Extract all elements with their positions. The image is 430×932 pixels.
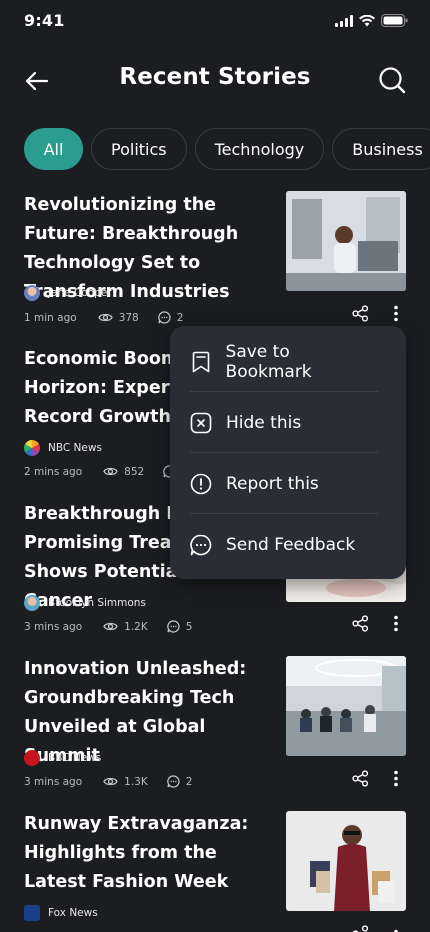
menu-item-feedback[interactable]: Send Feedback [190, 514, 378, 575]
share-icon [351, 769, 368, 787]
menu-item-hide[interactable]: Hide this [190, 392, 378, 453]
avatar [24, 285, 40, 301]
story-meta: 3 mins ago 1.3K 2 [24, 775, 192, 788]
story-card[interactable]: Runway Extravaganza: Highlights from the… [0, 810, 430, 932]
story-card[interactable]: Revolutionizing the Future: Breakthrough… [0, 190, 430, 340]
story-thumbnail[interactable] [286, 656, 406, 756]
menu-label: Send Feedback [226, 534, 356, 555]
source-name: BBC News [48, 752, 102, 764]
comment-count: 2 [176, 311, 184, 324]
share-icon [352, 924, 368, 932]
story-options-menu: Save to Bookmark Hide this Report this S… [170, 326, 406, 579]
story-source: Fox News [24, 905, 98, 921]
category-chips: All Politics Technology Business [24, 128, 430, 170]
source-name: Jane Cooper [48, 287, 112, 299]
story-source: Jane Cooper [24, 285, 112, 301]
story-source: NBC News [24, 440, 102, 456]
header: Recent Stories [0, 58, 430, 102]
chat-bubble-icon [190, 534, 212, 556]
view-count: 1.2K [124, 620, 148, 633]
page-title: Recent Stories [119, 64, 311, 90]
chip-politics[interactable]: Politics [91, 128, 187, 170]
menu-label: Hide this [226, 412, 302, 433]
status-icons [335, 14, 408, 27]
story-thumbnail[interactable] [286, 191, 406, 291]
story-source: Brooklyn Simmons [24, 595, 146, 611]
status-time: 9:41 [24, 11, 65, 30]
chip-business[interactable]: Business [332, 128, 430, 170]
menu-item-report[interactable]: Report this [190, 453, 378, 514]
share-icon [351, 614, 368, 632]
comment-count: 5 [185, 620, 193, 633]
comment-icon [166, 620, 180, 633]
menu-label: Report this [226, 473, 319, 494]
more-vertical-icon [394, 305, 398, 321]
story-title[interactable]: Runway Extravaganza: Highlights from the… [24, 810, 274, 897]
share-button[interactable] [351, 614, 369, 632]
view-count: 378 [118, 311, 139, 324]
story-meta: 2 mins ago 852 [24, 465, 176, 478]
more-options-button[interactable] [387, 924, 405, 932]
story-thumbnail[interactable] [286, 811, 406, 911]
chip-technology[interactable]: Technology [194, 128, 325, 170]
view-count: 852 [124, 465, 145, 478]
comment-icon [157, 311, 171, 324]
story-card[interactable]: Innovation Unleashed: Groundbreaking Tec… [0, 655, 430, 805]
comment-count: 2 [185, 775, 193, 788]
eye-icon [103, 467, 118, 476]
fox-news-logo-icon [24, 905, 40, 921]
battery-icon [381, 14, 408, 27]
share-button[interactable] [351, 769, 369, 787]
menu-label: Save to Bookmark [225, 341, 312, 382]
story-time: 2 mins ago [24, 465, 83, 478]
chip-all[interactable]: All [24, 128, 83, 170]
more-vertical-icon [394, 770, 398, 786]
story-time: 3 mins ago [24, 775, 83, 788]
search-button[interactable] [376, 64, 408, 96]
alert-circle-icon [190, 473, 212, 495]
comment-icon [166, 775, 180, 788]
eye-icon [97, 313, 113, 322]
share-button[interactable] [351, 924, 369, 932]
more-vertical-icon [394, 615, 398, 631]
story-meta: 3 mins ago 1.2K 5 [24, 620, 192, 633]
menu-item-bookmark[interactable]: Save to Bookmark [190, 331, 378, 392]
eye-icon [103, 777, 118, 786]
story-source: BBC News [24, 750, 101, 766]
source-name: Brooklyn Simmons [48, 597, 146, 609]
more-options-button[interactable] [387, 304, 405, 322]
eye-icon [103, 622, 118, 631]
nbc-logo-icon [24, 440, 40, 456]
hide-icon [190, 412, 212, 434]
story-time: 1 min ago [24, 311, 77, 324]
bbc-logo-icon [24, 750, 40, 766]
story-time: 3 mins ago [24, 620, 83, 633]
view-count: 1.3K [124, 775, 148, 788]
bookmark-icon [190, 351, 212, 373]
signal-icon [335, 14, 353, 27]
source-name: Fox News [48, 907, 98, 919]
more-options-button[interactable] [387, 614, 405, 632]
more-options-button[interactable] [387, 769, 405, 787]
status-bar: 9:41 [0, 0, 430, 44]
search-icon [379, 67, 406, 94]
wifi-icon [359, 14, 375, 26]
share-button[interactable] [351, 304, 369, 322]
story-meta: 1 min ago 378 2 [24, 311, 183, 324]
source-name: NBC News [48, 442, 102, 454]
avatar [24, 595, 40, 611]
share-icon [351, 304, 368, 322]
